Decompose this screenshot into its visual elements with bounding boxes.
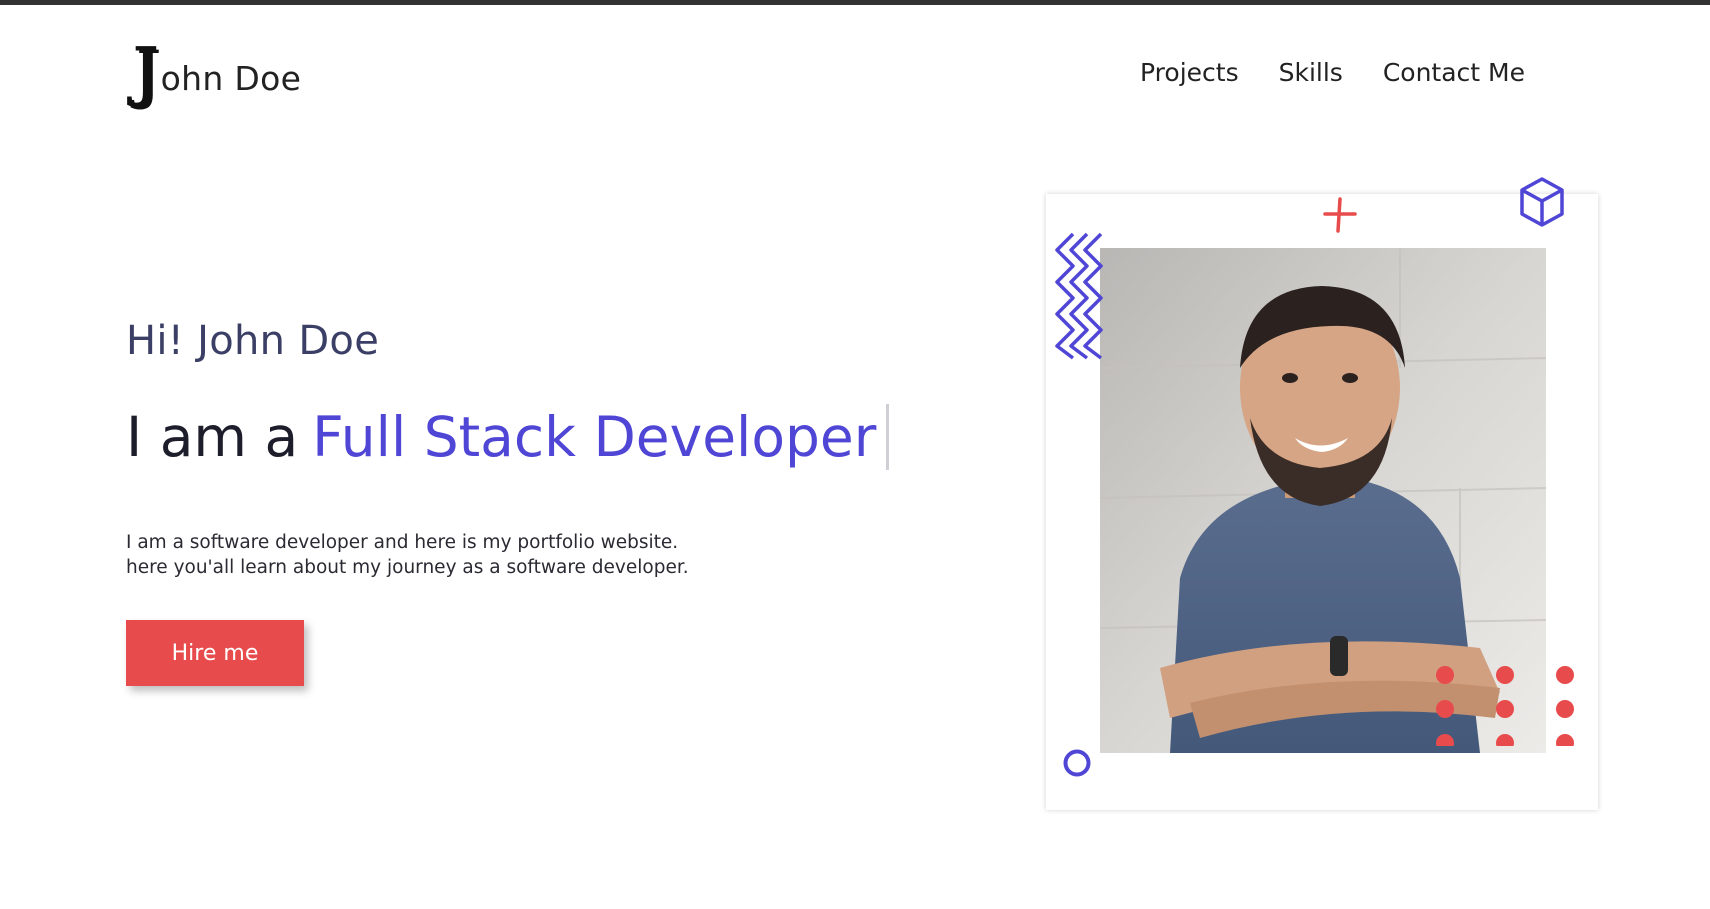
hire-me-button[interactable]: Hire me	[126, 620, 304, 686]
headline: I am a Full Stack Developer	[126, 404, 890, 470]
hero-description: I am a software developer and here is my…	[126, 530, 689, 580]
nav-item-contact[interactable]: Contact Me	[1383, 58, 1525, 87]
main-nav: Projects Skills Contact Me	[1140, 58, 1525, 87]
logo[interactable]: J ohn Doe	[133, 35, 302, 109]
plus-icon	[1323, 197, 1357, 233]
logo-initial: J	[133, 35, 160, 109]
top-border	[0, 0, 1710, 5]
greeting: Hi! John Doe	[126, 318, 380, 364]
cube-icon	[1520, 177, 1564, 227]
logo-name: ohn Doe	[160, 59, 302, 98]
nav-item-projects[interactable]: Projects	[1140, 58, 1239, 87]
circle-decoration	[1063, 749, 1091, 777]
headline-role: Full Stack Developer	[312, 405, 877, 469]
dot-grid-decoration	[1436, 666, 1574, 746]
description-line-1: I am a software developer and here is my…	[126, 532, 679, 553]
description-line-2: here you'all learn about my journey as a…	[126, 557, 689, 578]
typing-caret	[886, 404, 890, 470]
nav-item-skills[interactable]: Skills	[1279, 58, 1343, 87]
zigzag-decoration	[1055, 232, 1103, 360]
headline-prefix: I am a	[126, 405, 299, 469]
